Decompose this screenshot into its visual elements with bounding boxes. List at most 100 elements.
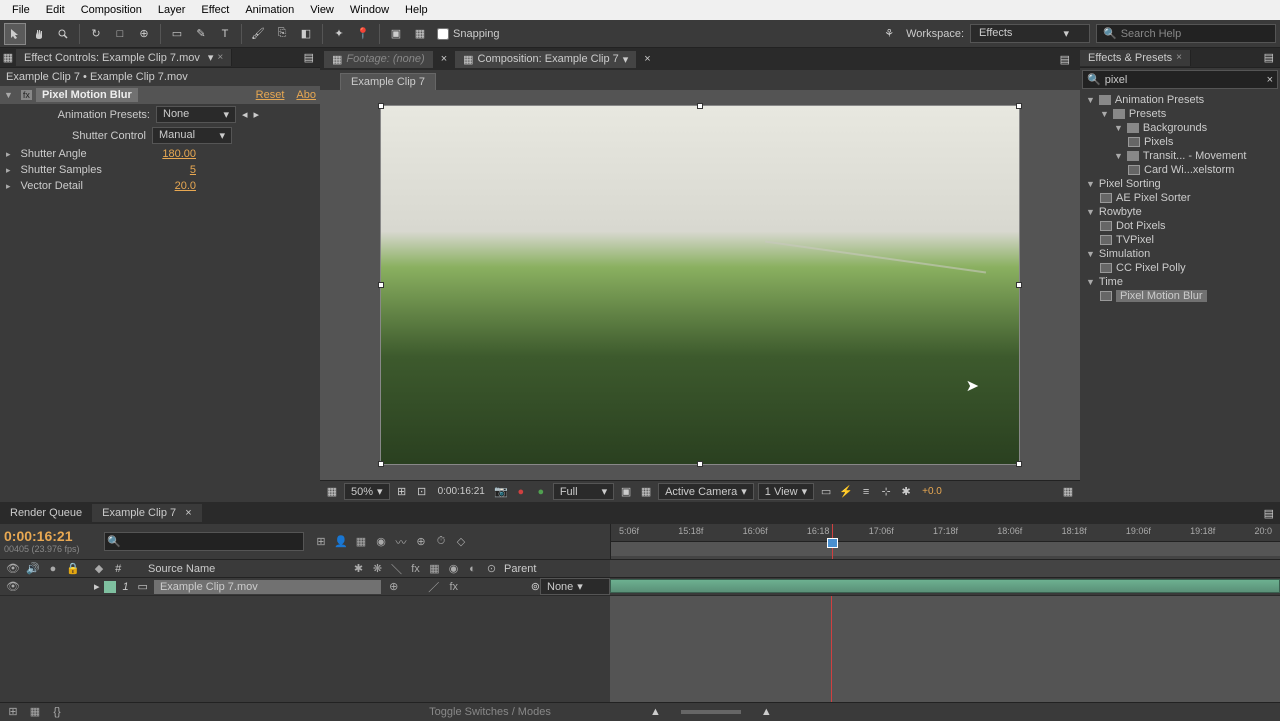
pan-behind-tool-icon[interactable]: ⊕ bbox=[133, 23, 155, 45]
layer-expand-icon[interactable]: ▸ bbox=[90, 580, 104, 593]
timeline-timecode[interactable]: 0:00:16:21 bbox=[4, 528, 96, 544]
playhead-icon[interactable] bbox=[827, 538, 838, 548]
timeline-search-input[interactable]: 🔍 bbox=[104, 532, 304, 551]
effect-name[interactable]: Pixel Motion Blur bbox=[36, 88, 138, 102]
snap2-icon[interactable]: ▦ bbox=[409, 23, 431, 45]
grid-icon[interactable]: ⊡ bbox=[414, 484, 430, 500]
channel-icon[interactable]: ● bbox=[513, 484, 529, 500]
graph-icon[interactable]: 〰 bbox=[392, 533, 410, 551]
effects-tree-item[interactable]: ▼Rowbyte bbox=[1082, 205, 1278, 219]
menu-file[interactable]: File bbox=[4, 2, 38, 18]
layer-bar[interactable] bbox=[610, 579, 1280, 593]
layer-name[interactable]: Example Clip 7.mov bbox=[154, 580, 381, 594]
switch-icon[interactable]: ＼ bbox=[388, 560, 405, 578]
layer-lock-icon[interactable] bbox=[64, 578, 82, 596]
type-tool-icon[interactable]: T bbox=[214, 23, 236, 45]
effects-tree-item[interactable]: ▼Transit... - Movement bbox=[1082, 149, 1278, 163]
layer-switch-icon[interactable]: ⊕ bbox=[385, 578, 403, 596]
expand-icon[interactable]: ▼ bbox=[1086, 179, 1095, 189]
effects-tree-item[interactable]: AE Pixel Sorter bbox=[1082, 191, 1278, 205]
switch-icon[interactable]: ❋ bbox=[369, 560, 386, 578]
close-icon[interactable]: × bbox=[441, 53, 447, 65]
effects-tree-item[interactable]: TVPixel bbox=[1082, 233, 1278, 247]
layer-fx-icon[interactable]: fx bbox=[445, 578, 463, 596]
expand-icon[interactable]: ▼ bbox=[1114, 123, 1123, 133]
close-icon[interactable]: × bbox=[644, 53, 650, 65]
effects-tree-item[interactable]: ▼Presets bbox=[1082, 107, 1278, 121]
col-source-name[interactable]: Source Name bbox=[128, 563, 350, 575]
close-icon[interactable]: × bbox=[217, 52, 223, 63]
selection-tool-icon[interactable] bbox=[4, 23, 26, 45]
resolution-dropdown[interactable]: Full▾ bbox=[553, 483, 614, 500]
footer-icon[interactable]: ⊞ bbox=[4, 703, 22, 721]
frame-blend-icon[interactable]: ▦ bbox=[352, 533, 370, 551]
comp-mini-icon[interactable]: ▦ bbox=[1060, 484, 1076, 500]
composition-viewer[interactable]: ➤ bbox=[320, 90, 1080, 480]
tab-composition[interactable]: Example Clip 7 × bbox=[92, 504, 201, 522]
next-preset-icon[interactable]: ▸ bbox=[254, 108, 260, 121]
animation-presets-dropdown[interactable]: None▾ bbox=[156, 106, 236, 123]
panel-menu-icon[interactable]: ▦ bbox=[0, 47, 16, 69]
footer-icon[interactable]: {} bbox=[48, 703, 66, 721]
layer-color-icon[interactable] bbox=[104, 581, 116, 593]
expand-icon[interactable]: ▼ bbox=[1086, 249, 1095, 259]
timeline-ruler[interactable]: 5:06f15:18f16:06f16:1817:06f17:18f18:06f… bbox=[610, 524, 1280, 559]
tab-render-queue[interactable]: Render Queue bbox=[0, 504, 92, 522]
viewer-timecode[interactable]: 0:00:16:21 bbox=[434, 485, 489, 498]
workspace-dropdown[interactable]: Effects ▾ bbox=[970, 24, 1090, 43]
snapshot-icon[interactable]: 📷 bbox=[493, 484, 509, 500]
channel2-icon[interactable]: ● bbox=[533, 484, 549, 500]
exposure-value[interactable]: +0.0 bbox=[918, 485, 946, 498]
viewer-tab[interactable]: Example Clip 7 bbox=[340, 73, 436, 90]
menu-animation[interactable]: Animation bbox=[237, 2, 302, 18]
composition-tab[interactable]: ▦ Composition: Example Clip 7 ▾ bbox=[455, 51, 636, 68]
effects-tree-item[interactable]: Card Wi...xelstorm bbox=[1082, 163, 1278, 177]
prop-dropdown[interactable]: Manual▾ bbox=[152, 127, 232, 144]
stopwatch-icon[interactable]: ⏱ bbox=[432, 533, 450, 551]
layer-eye-icon[interactable]: 👁 bbox=[4, 578, 22, 596]
clone-tool-icon[interactable]: ⎘ bbox=[271, 23, 293, 45]
switch-icon[interactable]: ⊙ bbox=[483, 560, 500, 578]
menu-view[interactable]: View bbox=[302, 2, 342, 18]
expand-icon[interactable]: ▸ bbox=[6, 149, 11, 160]
sync-icon[interactable]: ⚘ bbox=[878, 23, 900, 45]
panel-options-icon[interactable]: ▤ bbox=[1054, 53, 1076, 66]
flowchart-icon[interactable]: ⊹ bbox=[878, 484, 894, 500]
search-help-input[interactable]: 🔍 Search Help bbox=[1096, 24, 1276, 43]
expand-icon[interactable]: ▼ bbox=[1100, 109, 1109, 119]
transparency-icon[interactable]: ▦ bbox=[638, 484, 654, 500]
effects-tree-item[interactable]: ▼Backgrounds bbox=[1082, 121, 1278, 135]
layer-switch-icon[interactable]: ／ bbox=[425, 578, 443, 596]
brain-icon[interactable]: ⊕ bbox=[412, 533, 430, 551]
expand-icon[interactable]: ▼ bbox=[1086, 95, 1095, 105]
reset-link[interactable]: Reset bbox=[256, 89, 285, 101]
alpha-icon[interactable]: ▦ bbox=[324, 484, 340, 500]
rotation-tool-icon[interactable]: ↻ bbox=[85, 23, 107, 45]
eraser-tool-icon[interactable]: ◧ bbox=[295, 23, 317, 45]
expand-icon[interactable]: ▸ bbox=[6, 181, 11, 192]
effects-tree-item[interactable]: Pixels bbox=[1082, 135, 1278, 149]
expand-icon[interactable]: ▼ bbox=[1086, 207, 1095, 217]
close-icon[interactable]: × bbox=[1176, 52, 1182, 63]
shy-icon[interactable]: 👤 bbox=[332, 533, 350, 551]
expand-icon[interactable]: ▼ bbox=[1086, 277, 1095, 287]
pixel-aspect-icon[interactable]: ▭ bbox=[818, 484, 834, 500]
camera-dropdown[interactable]: Active Camera▾ bbox=[658, 483, 754, 500]
collapse-icon[interactable]: ▼ bbox=[4, 90, 13, 100]
prev-preset-icon[interactable]: ◂ bbox=[242, 108, 248, 121]
lock-col-icon[interactable]: 🔒 bbox=[64, 560, 82, 578]
close-icon[interactable]: × bbox=[185, 507, 191, 519]
menu-layer[interactable]: Layer bbox=[150, 2, 194, 18]
zoom-in-icon[interactable]: ▲ bbox=[761, 706, 772, 718]
puppet-tool-icon[interactable]: 📍 bbox=[352, 23, 374, 45]
snap-icon[interactable]: ▣ bbox=[385, 23, 407, 45]
switch-icon[interactable]: ◐ bbox=[464, 560, 481, 578]
snapping-checkbox[interactable] bbox=[437, 28, 449, 40]
clear-search-icon[interactable]: × bbox=[1267, 74, 1273, 86]
exposure-reset-icon[interactable]: ✱ bbox=[898, 484, 914, 500]
roto-tool-icon[interactable]: ✦ bbox=[328, 23, 350, 45]
pen-tool-icon[interactable]: ✎ bbox=[190, 23, 212, 45]
panel-options-icon[interactable]: ▤ bbox=[298, 51, 320, 64]
menu-edit[interactable]: Edit bbox=[38, 2, 73, 18]
panel-options-icon[interactable]: ▤ bbox=[1258, 51, 1280, 64]
